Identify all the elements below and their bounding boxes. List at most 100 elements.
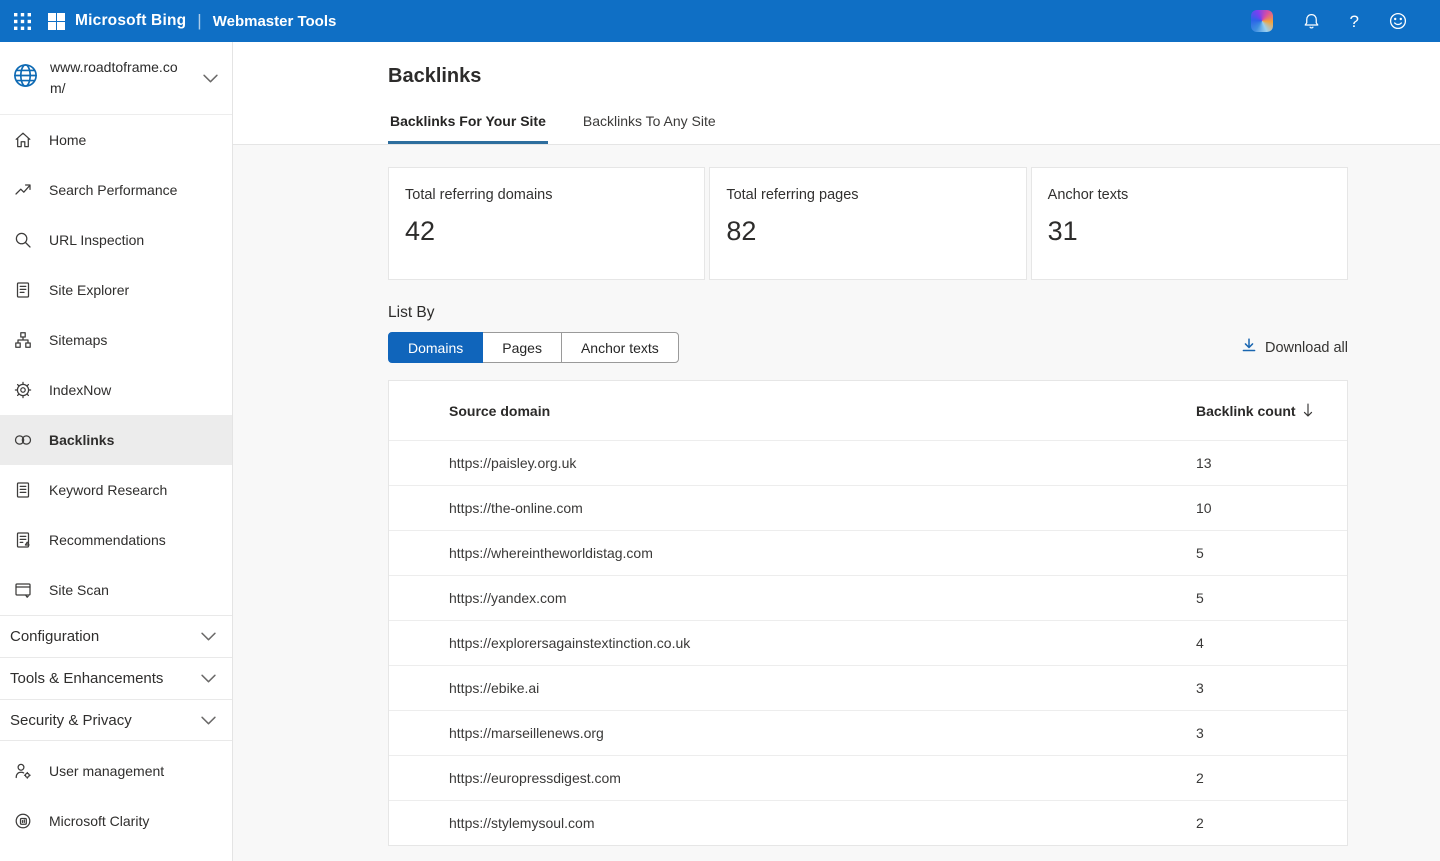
sidebar-section-tools-enhancements[interactable]: Tools & Enhancements [0, 657, 232, 699]
copilot-icon[interactable] [1251, 10, 1273, 32]
microsoft-logo-icon [48, 13, 65, 30]
magnifier-icon [13, 230, 33, 250]
section-label: Security & Privacy [10, 712, 132, 729]
column-header-label: Backlink count [1196, 403, 1296, 419]
backlink-count-cell: 5 [1196, 545, 1204, 561]
trend-icon [13, 180, 33, 200]
sidebar-item-search-performance[interactable]: Search Performance [0, 165, 232, 215]
feedback-smiley-icon[interactable] [1388, 11, 1408, 31]
sidebar-item-label: Search Performance [49, 182, 177, 198]
sidebar-item-label: User management [49, 763, 164, 779]
stat-value: 31 [1048, 216, 1331, 247]
app-launcher-icon[interactable] [8, 7, 36, 35]
tab-backlinks-to-any-site[interactable]: Backlinks To Any Site [581, 113, 718, 144]
sidebar-item-sitemaps[interactable]: Sitemaps [0, 315, 232, 365]
link-icon [13, 430, 33, 450]
sidebar-section-security-privacy[interactable]: Security & Privacy [0, 699, 232, 741]
person-gear-icon [13, 761, 33, 781]
download-all-label: Download all [1265, 340, 1348, 356]
sidebar-item-label: Recommendations [49, 532, 166, 548]
source-domain-cell: https://paisley.org.uk [449, 455, 576, 471]
list-by-segmented-control: Domains Pages Anchor texts [388, 332, 679, 363]
sidebar-item-microsoft-clarity[interactable]: Microsoft Clarity [0, 796, 232, 846]
list-by-pages-button[interactable]: Pages [482, 332, 562, 363]
stats-row: Total referring domains 42 Total referri… [388, 167, 1348, 280]
brand-name[interactable]: Microsoft Bing [75, 12, 186, 30]
table-row[interactable]: https://the-online.com 10 [389, 485, 1347, 530]
main-header: Backlinks Backlinks For Your Site Backli… [233, 42, 1440, 145]
sidebar-item-label: IndexNow [49, 382, 111, 398]
stat-label: Total referring domains [405, 187, 688, 203]
table-row[interactable]: https://marseillenews.org 3 [389, 710, 1347, 755]
sidebar-item-recommendations[interactable]: Recommendations [0, 515, 232, 565]
sidebar-item-label: Sitemaps [49, 332, 107, 348]
backlink-count-cell: 4 [1196, 635, 1204, 651]
column-header-backlink-count[interactable]: Backlink count [1196, 403, 1313, 419]
backlinks-table: Source domain Backlink count https://pai… [388, 380, 1348, 846]
sidebar-item-label: Site Scan [49, 582, 109, 598]
stat-card-referring-domains: Total referring domains 42 [388, 167, 705, 280]
sidebar-item-label: Backlinks [49, 432, 114, 448]
globe-icon [12, 62, 39, 94]
sidebar-nav: Home Search Performance URL Inspection S… [0, 115, 232, 615]
help-icon[interactable]: ? [1350, 13, 1359, 30]
table-row[interactable]: https://europressdigest.com 2 [389, 755, 1347, 800]
chevron-down-icon [203, 74, 218, 83]
controls-row: Domains Pages Anchor texts Download all [388, 332, 1348, 363]
sidebar-item-keyword-research[interactable]: Keyword Research [0, 465, 232, 515]
chevron-down-icon [201, 716, 216, 725]
sidebar-item-user-management[interactable]: User management [0, 746, 232, 796]
download-icon [1242, 338, 1256, 357]
sidebar-item-home[interactable]: Home [0, 115, 232, 165]
list-by-anchor-texts-button[interactable]: Anchor texts [561, 332, 679, 363]
content-area: Total referring domains 42 Total referri… [233, 145, 1440, 861]
list-by-label: List By [388, 304, 1348, 322]
table-row[interactable]: https://whereintheworldistag.com 5 [389, 530, 1347, 575]
source-domain-cell: https://europressdigest.com [449, 770, 621, 786]
backlink-count-cell: 10 [1196, 500, 1212, 516]
table-row[interactable]: https://paisley.org.uk 13 [389, 440, 1347, 485]
backlink-count-cell: 2 [1196, 770, 1204, 786]
hierarchy-icon [13, 330, 33, 350]
backlink-count-cell: 13 [1196, 455, 1212, 471]
list-by-domains-button[interactable]: Domains [388, 332, 483, 363]
sort-descending-icon [1303, 403, 1313, 418]
source-domain-cell: https://yandex.com [449, 590, 567, 606]
sidebar-item-site-scan[interactable]: Site Scan [0, 565, 232, 615]
sidebar-item-label: Keyword Research [49, 482, 167, 498]
stat-card-referring-pages: Total referring pages 82 [709, 167, 1026, 280]
tab-backlinks-for-your-site[interactable]: Backlinks For Your Site [388, 113, 548, 144]
stat-label: Total referring pages [726, 187, 1009, 203]
backlink-count-cell: 5 [1196, 590, 1204, 606]
site-selector[interactable]: www.roadtoframe.com/ [0, 42, 232, 115]
source-domain-cell: https://stylemysoul.com [449, 815, 595, 831]
backlink-count-cell: 2 [1196, 815, 1204, 831]
sidebar-item-site-explorer[interactable]: Site Explorer [0, 265, 232, 315]
stat-value: 82 [726, 216, 1009, 247]
sidebar-item-label: Microsoft Clarity [49, 813, 149, 829]
download-all-button[interactable]: Download all [1242, 338, 1348, 357]
document-list-icon [13, 280, 33, 300]
table-row[interactable]: https://explorersagainstextinction.co.uk… [389, 620, 1347, 665]
notifications-bell-icon[interactable] [1302, 12, 1321, 31]
sidebar-item-backlinks[interactable]: Backlinks [0, 415, 232, 465]
table-row[interactable]: https://ebike.ai 3 [389, 665, 1347, 710]
sidebar-item-url-inspection[interactable]: URL Inspection [0, 215, 232, 265]
product-name[interactable]: Webmaster Tools [213, 13, 337, 30]
stat-label: Anchor texts [1048, 187, 1331, 203]
table-row[interactable]: https://stylemysoul.com 2 [389, 800, 1347, 845]
sidebar: www.roadtoframe.com/ Home Search Perform… [0, 42, 233, 861]
source-domain-cell: https://ebike.ai [449, 680, 539, 696]
stat-value: 42 [405, 216, 688, 247]
column-header-source-domain: Source domain [449, 403, 550, 419]
brand-separator: | [197, 11, 201, 31]
backlink-count-cell: 3 [1196, 680, 1204, 696]
tab-bar: Backlinks For Your Site Backlinks To Any… [388, 113, 751, 144]
sidebar-section-configuration[interactable]: Configuration [0, 615, 232, 657]
table-row[interactable]: https://yandex.com 5 [389, 575, 1347, 620]
sidebar-item-indexnow[interactable]: IndexNow [0, 365, 232, 415]
section-label: Configuration [10, 628, 99, 645]
source-domain-cell: https://explorersagainstextinction.co.uk [449, 635, 690, 651]
chevron-down-icon [201, 632, 216, 641]
stat-card-anchor-texts: Anchor texts 31 [1031, 167, 1348, 280]
